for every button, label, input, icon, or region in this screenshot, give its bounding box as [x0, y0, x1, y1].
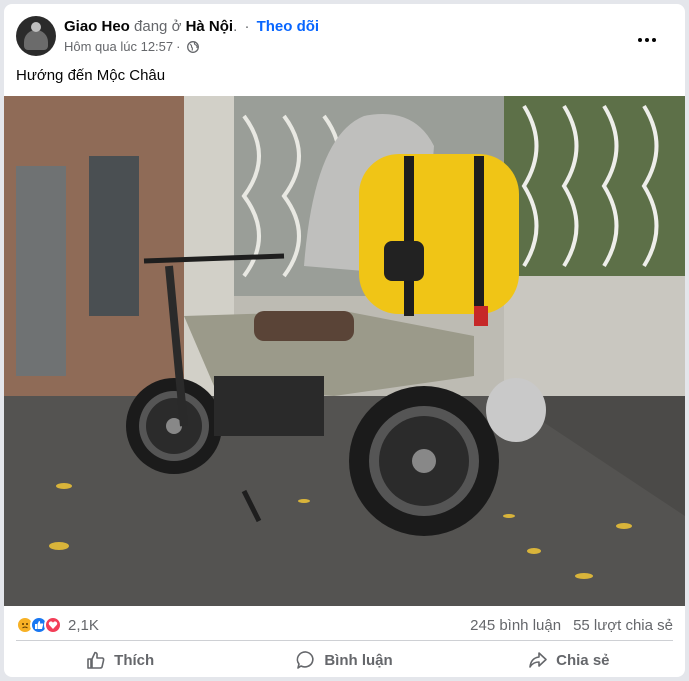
more-options-button[interactable] — [629, 22, 665, 58]
engagement-stats: 245 bình luận 55 lượt chia sẻ — [470, 617, 673, 634]
post-header: Giao Heo đang ở Hà Nội. · Theo dõi Hôm q… — [16, 16, 673, 60]
comment-count[interactable]: 245 bình luận — [470, 617, 561, 634]
more-icon — [638, 38, 642, 42]
share-icon — [529, 652, 547, 668]
comment-icon — [296, 651, 314, 669]
share-label: Chia sẻ — [556, 651, 610, 669]
avatar[interactable] — [16, 16, 56, 56]
post-text: Hướng đến Mộc Châu — [16, 67, 166, 84]
author-line: Giao Heo đang ở Hà Nội. · Theo dõi — [64, 17, 319, 37]
separator-dot: · — [244, 18, 250, 35]
post-card: Giao Heo đang ở Hà Nội. · Theo dõi Hôm q… — [4, 4, 685, 677]
thumbs-up-icon — [87, 651, 105, 669]
globe-icon[interactable] — [187, 41, 200, 53]
motorcycle-photo — [4, 96, 685, 606]
post-meta: Giao Heo đang ở Hà Nội. · Theo dõi Hôm q… — [64, 16, 319, 60]
timestamp-line: Hôm qua lúc 12:57 · — [64, 38, 319, 56]
timestamp[interactable]: Hôm qua lúc 12:57 — [64, 38, 173, 56]
like-label: Thích — [114, 651, 155, 669]
comment-label: Bình luận — [324, 651, 393, 669]
reaction-icons[interactable] — [16, 616, 62, 634]
reaction-stats: 2,1K 245 bình luận 55 lượt chia sẻ — [16, 610, 673, 640]
post-photo[interactable] — [4, 96, 685, 606]
love-react-icon — [44, 616, 62, 634]
reaction-count[interactable]: 2,1K — [68, 617, 99, 634]
location-link[interactable]: Hà Nội — [186, 18, 234, 35]
timestamp-separator: · — [176, 39, 181, 54]
author-name[interactable]: Giao Heo — [64, 18, 130, 35]
comment-button[interactable]: Bình luận — [232, 642, 456, 677]
share-count[interactable]: 55 lượt chia sẻ — [573, 617, 673, 634]
like-button[interactable]: Thích — [8, 642, 232, 677]
action-bar: Thích Bình luận Chia sẻ — [8, 642, 681, 677]
divider — [16, 640, 673, 641]
share-button[interactable]: Chia sẻ — [457, 642, 681, 677]
follow-button[interactable]: Theo dõi — [257, 18, 320, 35]
location-suffix: . — [233, 18, 238, 35]
status-prefix: đang ở — [134, 18, 182, 35]
